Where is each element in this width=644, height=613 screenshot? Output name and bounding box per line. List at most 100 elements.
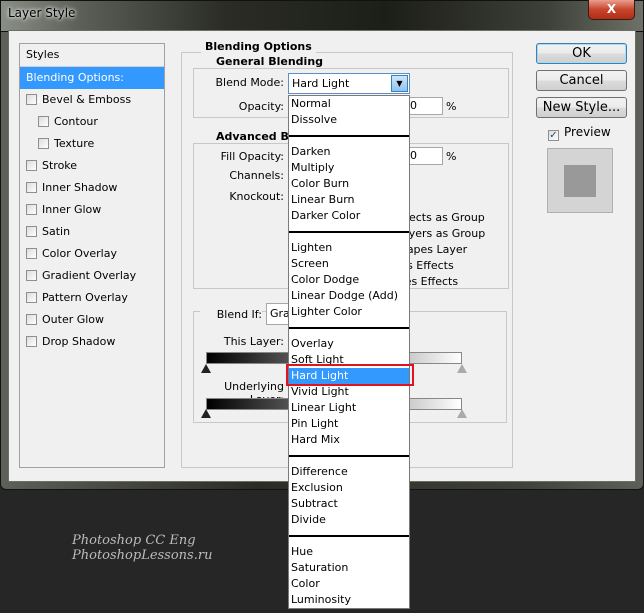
fill-opacity-label: Fill Opacity: <box>220 150 284 163</box>
preview-checkbox[interactable]: ✓ Preview <box>548 125 611 141</box>
blend-option-saturation[interactable]: Saturation <box>289 560 409 576</box>
blend-option-linear-burn[interactable]: Linear Burn <box>289 192 409 208</box>
style-item-blending-options-custom[interactable]: Blending Options: Custom <box>20 67 164 106</box>
style-item-drop-shadow[interactable]: Drop Shadow <box>20 331 164 353</box>
preview-square <box>564 165 596 197</box>
style-checkbox[interactable] <box>26 336 37 347</box>
checkmark-icon: ✓ <box>548 130 559 141</box>
blend-option-subtract[interactable]: Subtract <box>289 496 409 512</box>
underlying-black-slider[interactable] <box>201 409 211 418</box>
style-item-label: Inner Glow <box>42 203 102 216</box>
window-title: Layer Style <box>8 6 76 20</box>
this-layer-black-slider[interactable] <box>201 364 211 373</box>
style-item-gradient-overlay[interactable]: Gradient Overlay <box>20 265 164 287</box>
this-layer-white-slider[interactable] <box>457 364 467 373</box>
blend-option-darken[interactable]: Darken <box>289 144 409 160</box>
blend-option-vivid-light[interactable]: Vivid Light <box>289 384 409 400</box>
watermark: Photoshop CC Eng PhotoshopLessons.ru <box>72 533 212 563</box>
style-checkbox[interactable] <box>26 94 37 105</box>
style-item-label: Satin <box>42 225 71 238</box>
dropdown-separator <box>289 128 409 144</box>
blend-option-lighter-color[interactable]: Lighter Color <box>289 304 409 320</box>
style-checkbox[interactable] <box>26 160 37 171</box>
style-item-label: Contour <box>54 115 98 128</box>
channels-label: Channels: <box>229 169 284 182</box>
chevron-down-icon[interactable]: ▼ <box>391 75 408 92</box>
new-style-button[interactable]: New Style... <box>536 97 627 118</box>
blend-option-multiply[interactable]: Multiply <box>289 160 409 176</box>
blend-mode-value: Hard Light <box>292 77 350 90</box>
style-checkbox[interactable] <box>38 116 49 127</box>
blend-option-linear-light[interactable]: Linear Light <box>289 400 409 416</box>
blend-mode-label: Blend Mode: <box>215 76 285 89</box>
style-item-label: Color Overlay <box>42 247 117 260</box>
close-button[interactable]: X <box>588 0 635 20</box>
ok-button[interactable]: OK <box>536 43 627 64</box>
style-item-label: Bevel & Emboss <box>42 93 132 106</box>
style-checkbox[interactable] <box>26 204 37 215</box>
watermark-line-1: Photoshop CC Eng <box>72 533 196 548</box>
style-item-contour[interactable]: Contour <box>20 111 164 133</box>
general-blending-title: General Blending <box>212 55 328 68</box>
style-item-label: Texture <box>54 137 95 150</box>
dropdown-separator <box>289 224 409 240</box>
blend-option-color[interactable]: Color <box>289 576 409 592</box>
blend-option-screen[interactable]: Screen <box>289 256 409 272</box>
highlight-annotation <box>286 364 414 386</box>
opacity-label: Opacity: <box>238 100 284 113</box>
style-checkbox[interactable] <box>26 314 37 325</box>
style-checkbox[interactable] <box>26 270 37 281</box>
style-item-inner-shadow[interactable]: Inner Shadow <box>20 177 164 199</box>
blend-option-hue[interactable]: Hue <box>289 544 409 560</box>
this-layer-label: This Layer: <box>223 335 284 348</box>
blend-if-label: Blend If: <box>200 308 262 321</box>
style-item-inner-glow[interactable]: Inner Glow <box>20 199 164 221</box>
style-checkbox[interactable] <box>38 138 49 149</box>
blend-option-overlay[interactable]: Overlay <box>289 336 409 352</box>
cancel-button[interactable]: Cancel <box>536 70 627 91</box>
style-item-bevel-emboss[interactable]: Bevel & Emboss <box>20 89 164 111</box>
opacity-percent: % <box>446 100 457 113</box>
knockout-label: Knockout: <box>229 190 284 203</box>
style-item-label: Outer Glow <box>42 313 105 326</box>
style-item-pattern-overlay[interactable]: Pattern Overlay <box>20 287 164 309</box>
styles-header[interactable]: Styles <box>20 44 164 67</box>
blend-option-normal[interactable]: Normal <box>289 96 409 112</box>
blend-option-luminosity[interactable]: Luminosity <box>289 592 409 608</box>
blend-option-hard-mix[interactable]: Hard Mix <box>289 432 409 448</box>
blend-mode-dropdown-list[interactable]: Normal Dissolve Darken Multiply Color Burn Li… <box>288 95 410 609</box>
dropdown-separator <box>289 448 409 464</box>
style-checkbox[interactable] <box>26 226 37 237</box>
watermark-line-2: PhotoshopLessons.ru <box>72 548 213 563</box>
style-item-label: Stroke <box>42 159 78 172</box>
title-bar[interactable] <box>0 0 644 32</box>
blend-option-lighten[interactable]: Lighten <box>289 240 409 256</box>
blend-option-difference[interactable]: Difference <box>289 464 409 480</box>
blend-option-dissolve[interactable]: Dissolve <box>289 112 409 128</box>
style-checkbox[interactable] <box>26 248 37 259</box>
preview-label: Preview <box>564 125 611 139</box>
styles-panel: Styles Blending Options: Custom Bevel & E… <box>19 43 165 468</box>
style-item-label: Drop Shadow <box>42 335 116 348</box>
blend-option-darker-color[interactable]: Darker Color <box>289 208 409 224</box>
style-item-stroke[interactable]: Stroke <box>20 155 164 177</box>
style-item-texture[interactable]: Texture <box>20 133 164 155</box>
blend-option-linear-dodge-add[interactable]: Linear Dodge (Add) <box>289 288 409 304</box>
dropdown-separator <box>289 528 409 544</box>
fill-opacity-percent: % <box>446 150 457 163</box>
dropdown-separator <box>289 320 409 336</box>
style-item-outer-glow[interactable]: Outer Glow <box>20 309 164 331</box>
style-checkbox[interactable] <box>26 292 37 303</box>
style-item-satin[interactable]: Satin <box>20 221 164 243</box>
blend-mode-select[interactable]: Hard Light ▼ <box>288 73 410 94</box>
blend-option-color-dodge[interactable]: Color Dodge <box>289 272 409 288</box>
style-checkbox[interactable] <box>26 182 37 193</box>
blend-option-color-burn[interactable]: Color Burn <box>289 176 409 192</box>
blending-options-title: Blending Options <box>201 40 316 53</box>
blend-option-pin-light[interactable]: Pin Light <box>289 416 409 432</box>
blend-option-exclusion[interactable]: Exclusion <box>289 480 409 496</box>
style-item-label: Inner Shadow <box>42 181 118 194</box>
blend-option-divide[interactable]: Divide <box>289 512 409 528</box>
underlying-white-slider[interactable] <box>457 409 467 418</box>
style-item-color-overlay[interactable]: Color Overlay <box>20 243 164 265</box>
